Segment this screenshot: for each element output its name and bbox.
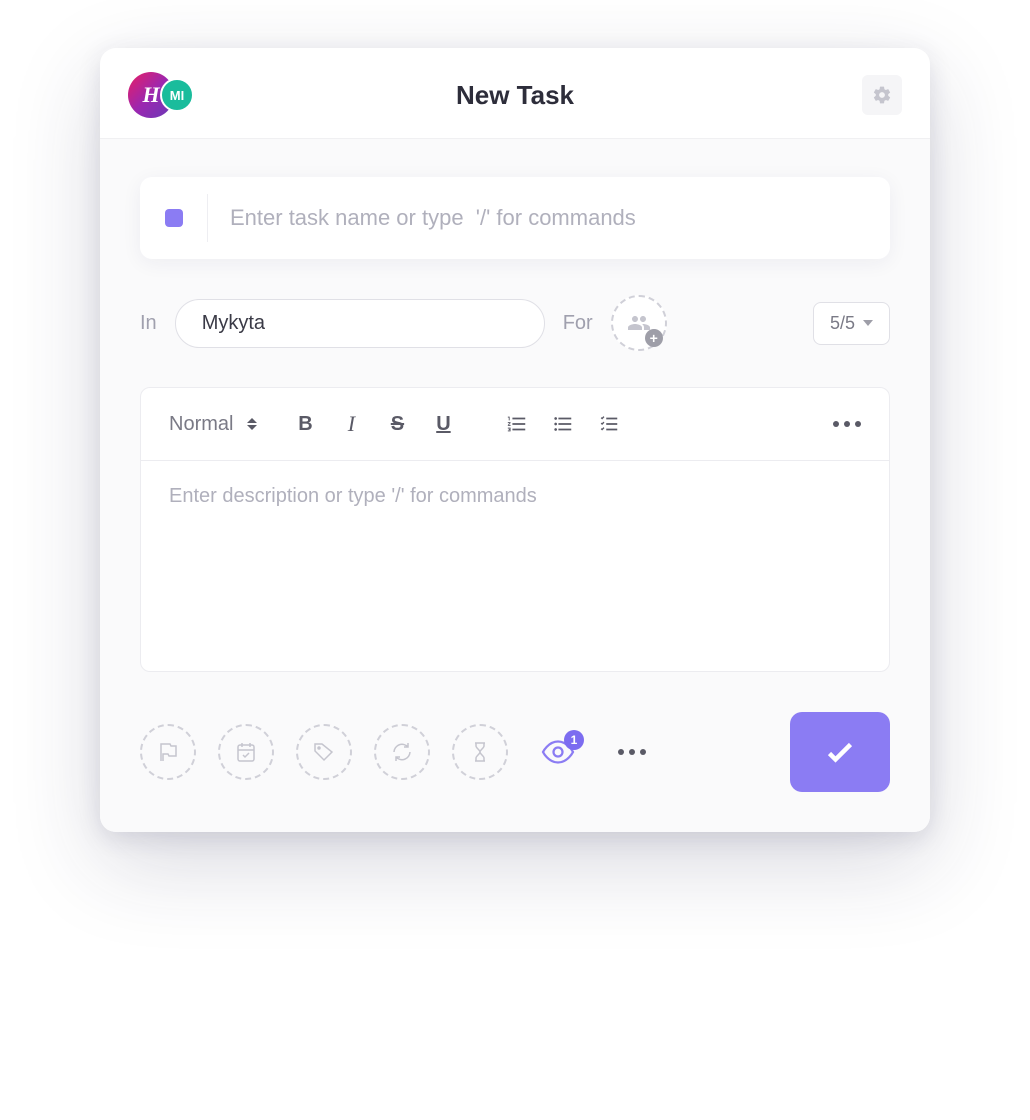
caret-down-icon (863, 320, 873, 326)
tags-button[interactable] (296, 724, 352, 780)
recurring-button[interactable] (374, 724, 430, 780)
bold-button[interactable]: B (287, 406, 323, 442)
in-label: In (140, 312, 157, 335)
strikethrough-button[interactable]: S (379, 406, 415, 442)
toolbar-more-button[interactable] (833, 421, 861, 427)
check-icon (822, 734, 858, 770)
add-assignee-button[interactable]: + (611, 295, 667, 351)
underline-button[interactable]: U (425, 406, 461, 442)
location-selector[interactable]: Mykyta (175, 299, 545, 348)
description-editor: Normal B I S U (140, 387, 890, 672)
footer-actions: 1 (140, 712, 890, 792)
ordered-list-button[interactable] (499, 406, 535, 442)
format-selector[interactable]: Normal (169, 413, 257, 436)
priority-flag-button[interactable] (140, 724, 196, 780)
modal-title: New Task (456, 80, 574, 111)
avatar-group: H MI (128, 72, 194, 118)
status-square-icon (165, 209, 183, 227)
task-name-row (140, 177, 890, 259)
calendar-icon (234, 740, 258, 764)
priority-value: 5/5 (830, 313, 855, 334)
modal-header: H MI New Task (100, 48, 930, 139)
unordered-list-button[interactable] (545, 406, 581, 442)
plus-icon: + (645, 329, 663, 347)
recurring-icon (390, 740, 414, 764)
modal-body: In Mykyta For + 5/5 Normal B I S U (100, 139, 930, 832)
format-label: Normal (169, 413, 233, 436)
ordered-list-icon (506, 413, 528, 435)
watchers-count-badge: 1 (564, 730, 584, 750)
watchers-button[interactable]: 1 (530, 724, 586, 780)
flag-icon (156, 740, 180, 764)
footer-more-button[interactable] (608, 739, 656, 765)
checklist-icon (598, 413, 620, 435)
priority-selector[interactable]: 5/5 (813, 302, 890, 345)
due-date-button[interactable] (218, 724, 274, 780)
hourglass-icon (468, 740, 492, 764)
description-input[interactable] (141, 461, 889, 671)
gear-icon (872, 85, 892, 105)
status-indicator-wrapper[interactable] (140, 194, 208, 242)
user-avatar[interactable]: MI (160, 78, 194, 112)
unordered-list-icon (552, 413, 574, 435)
settings-button[interactable] (862, 75, 902, 115)
italic-button[interactable]: I (333, 406, 369, 442)
editor-toolbar: Normal B I S U (141, 388, 889, 461)
create-task-button[interactable] (790, 712, 890, 792)
checklist-button[interactable] (591, 406, 627, 442)
new-task-modal: H MI New Task In Mykyta For + 5/5 (100, 48, 930, 832)
time-estimate-button[interactable] (452, 724, 508, 780)
meta-row: In Mykyta For + 5/5 (140, 295, 890, 351)
tag-icon (312, 740, 336, 764)
for-label: For (563, 312, 593, 335)
task-name-input[interactable] (208, 205, 890, 231)
sort-icon (247, 418, 257, 430)
